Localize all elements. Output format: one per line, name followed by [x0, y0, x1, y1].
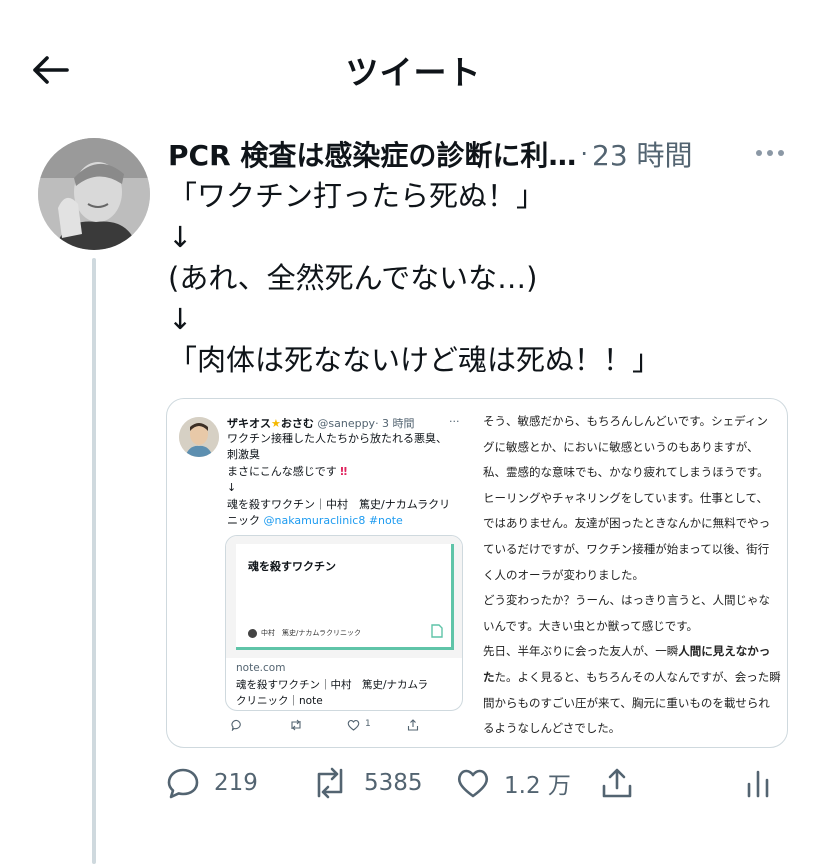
analytics-icon: [747, 770, 769, 798]
double-exclamation-icon: ‼: [340, 464, 348, 478]
note-thumbnail: 魂を殺すワクチン 中村 篤史/ナカムラクリニック: [236, 544, 454, 650]
thumbnail-title: 魂を殺すワクチン: [248, 560, 336, 573]
article-excerpt: そう、敏感だから、もちろんしんどいです。シェディン グに敏感とか、においに敏感と…: [483, 409, 785, 742]
embedded-line-text: ニック: [227, 513, 260, 527]
tweet-time[interactable]: 23 時間: [592, 134, 693, 174]
embedded-share-icon: [407, 719, 419, 734]
article-line: そう、敏感だから、もちろんしんどいです。シェディン: [483, 414, 768, 428]
tweet-actions: 219 5385 1.2 万: [160, 760, 800, 810]
heart-icon: [457, 769, 489, 798]
tweet-line: ↓: [168, 220, 193, 254]
article-line-text: た。よく見ると、もちろんその人なんですが、会った瞬: [494, 669, 781, 684]
article-line: いんです。大きい虫とか獣って感じです。: [483, 618, 699, 633]
author-name[interactable]: PCR 検査は感染症の診断に利…: [168, 134, 576, 174]
embedded-tweet-screenshot: ザキオス★おさむ @saneppy· 3 時間 ··· ワクチン接種した人たちか…: [167, 399, 479, 747]
retweet-count: 5385: [364, 770, 423, 796]
thumbnail-author-name: 中村 篤史/ナカムラクリニック: [261, 629, 362, 637]
attached-image[interactable]: ザキオス★おさむ @saneppy· 3 時間 ··· ワクチン接種した人たちか…: [166, 398, 788, 748]
embedded-time: · 3 時間: [375, 417, 415, 430]
article-line: たた。よく見ると、もちろんその人なんですが、会った瞬: [483, 665, 785, 691]
author-avatar[interactable]: [38, 138, 150, 250]
tweet-line: ↓: [168, 302, 193, 336]
tweet-line: 「肉体は死なないけど魂は死ぬ！！」: [168, 343, 662, 377]
tweet-line: 「ワクチン打ったら死ぬ！」: [168, 179, 546, 213]
link-card-title: クリニック｜note: [236, 695, 323, 707]
note-icon: [431, 624, 443, 638]
embedded-more-icon: ···: [449, 415, 460, 428]
article-line: ているだけですが、ワクチン接種が始まって以後、街行: [483, 541, 770, 556]
retweet-button[interactable]: 5385: [310, 766, 423, 800]
article-line-text: 先日、半年ぶりに会った友人が、一瞬: [483, 644, 679, 659]
article-line: 私、霊感的な意味でも、かなり疲れてしまうほうです。: [483, 465, 769, 480]
tweet-meta: PCR 検査は感染症の診断に利… · 23 時間: [168, 134, 693, 174]
embedded-mention: @nakamuraclinic8: [263, 513, 366, 527]
embedded-like-count: 1: [365, 719, 371, 729]
tweet-line: (あれ、全然死んでないな…): [168, 261, 538, 295]
article-line: く人のオーラが変わりました。: [483, 567, 644, 582]
article-bold-text: 人間に見えなかっ: [678, 644, 771, 659]
retweet-icon: [317, 767, 343, 799]
article-line: どう変わったか？うーん、はっきり言うと、人間じゃな: [483, 593, 771, 608]
link-card-domain: note.com: [236, 662, 286, 674]
reply-count: 219: [214, 770, 258, 796]
article-line: ではありません。友達が困ったときなんかに無料でやっ: [483, 516, 771, 531]
embedded-retweet-icon: [289, 719, 303, 734]
embedded-actions: 1: [227, 717, 467, 737]
share-icon: [602, 768, 632, 798]
embedded-handle: @saneppy: [317, 417, 376, 430]
embedded-line: ↓: [227, 481, 237, 495]
link-card: 魂を殺すワクチン 中村 篤史/ナカムラクリニック note.com 魂を殺すワク…: [225, 535, 463, 711]
article-line: ヒーリングやチャネリングをしています。仕事として、: [483, 490, 768, 505]
reply-button[interactable]: 219: [166, 766, 258, 800]
page-title: ツイート: [345, 53, 482, 92]
star-icon: ★: [271, 417, 281, 430]
thumbnail-author: 中村 篤史/ナカムラクリニック: [248, 628, 361, 638]
embedded-line: 刺激臭: [227, 448, 260, 462]
embedded-author: ザキオス: [227, 417, 271, 430]
embedded-text: ワクチン接種した人たちから放たれる悪臭、 刺激臭 まさにこんな感じです ‼ ↓ …: [227, 431, 473, 529]
article-line: 間からものすごい圧が来て、胸元に重いものを載せられ: [483, 695, 770, 710]
embedded-like-icon: [347, 719, 360, 734]
embedded-reply-icon: [231, 719, 243, 734]
article-line: 先日、半年ぶりに会った友人が、一瞬人間に見えなかっ: [483, 639, 785, 665]
link-card-image: 魂を殺すワクチン 中村 篤史/ナカムラクリニック: [226, 536, 462, 658]
more-options-button[interactable]: [748, 138, 792, 168]
share-button[interactable]: [600, 766, 634, 800]
analytics-button[interactable]: [744, 766, 772, 800]
embedded-line: まさにこんな感じです ‼: [227, 464, 473, 480]
separator-dot: ·: [580, 140, 589, 168]
embedded-hashtag: #note: [368, 513, 403, 527]
like-button[interactable]: 1.2 万: [456, 766, 571, 800]
embedded-avatar: [179, 417, 219, 457]
embedded-line: ニック @nakamuraclinic8 #note: [227, 513, 473, 529]
embedded-meta: ザキオス★おさむ @saneppy· 3 時間: [227, 415, 415, 431]
embedded-author-suffix: おさむ: [280, 417, 314, 430]
embedded-line: ワクチン接種した人たちから放たれる悪臭、: [227, 432, 447, 445]
top-bar: ツイート: [0, 0, 827, 140]
more-icon: [756, 150, 784, 156]
article-line: グに敏感とか、においに敏感というのもありますが、: [483, 439, 759, 454]
thread-line: [92, 258, 96, 864]
article-line: るようなしんどさでした。: [483, 721, 621, 736]
embedded-line: 魂を殺すワクチン｜中村 篤史/ナカムラクリ: [227, 497, 451, 511]
reply-icon: [167, 768, 199, 799]
embedded-line-text: まさにこんな感じです: [227, 464, 337, 478]
article-bold-text: た: [483, 669, 495, 684]
link-card-title: 魂を殺すワクチン｜中村 篤史/ナカムラ: [236, 679, 429, 691]
like-count: 1.2 万: [504, 773, 571, 799]
tweet-text: 「ワクチン打ったら死ぬ！」 ↓ (あれ、全然死んでないな…) ↓ 「肉体は死なな…: [168, 176, 808, 381]
